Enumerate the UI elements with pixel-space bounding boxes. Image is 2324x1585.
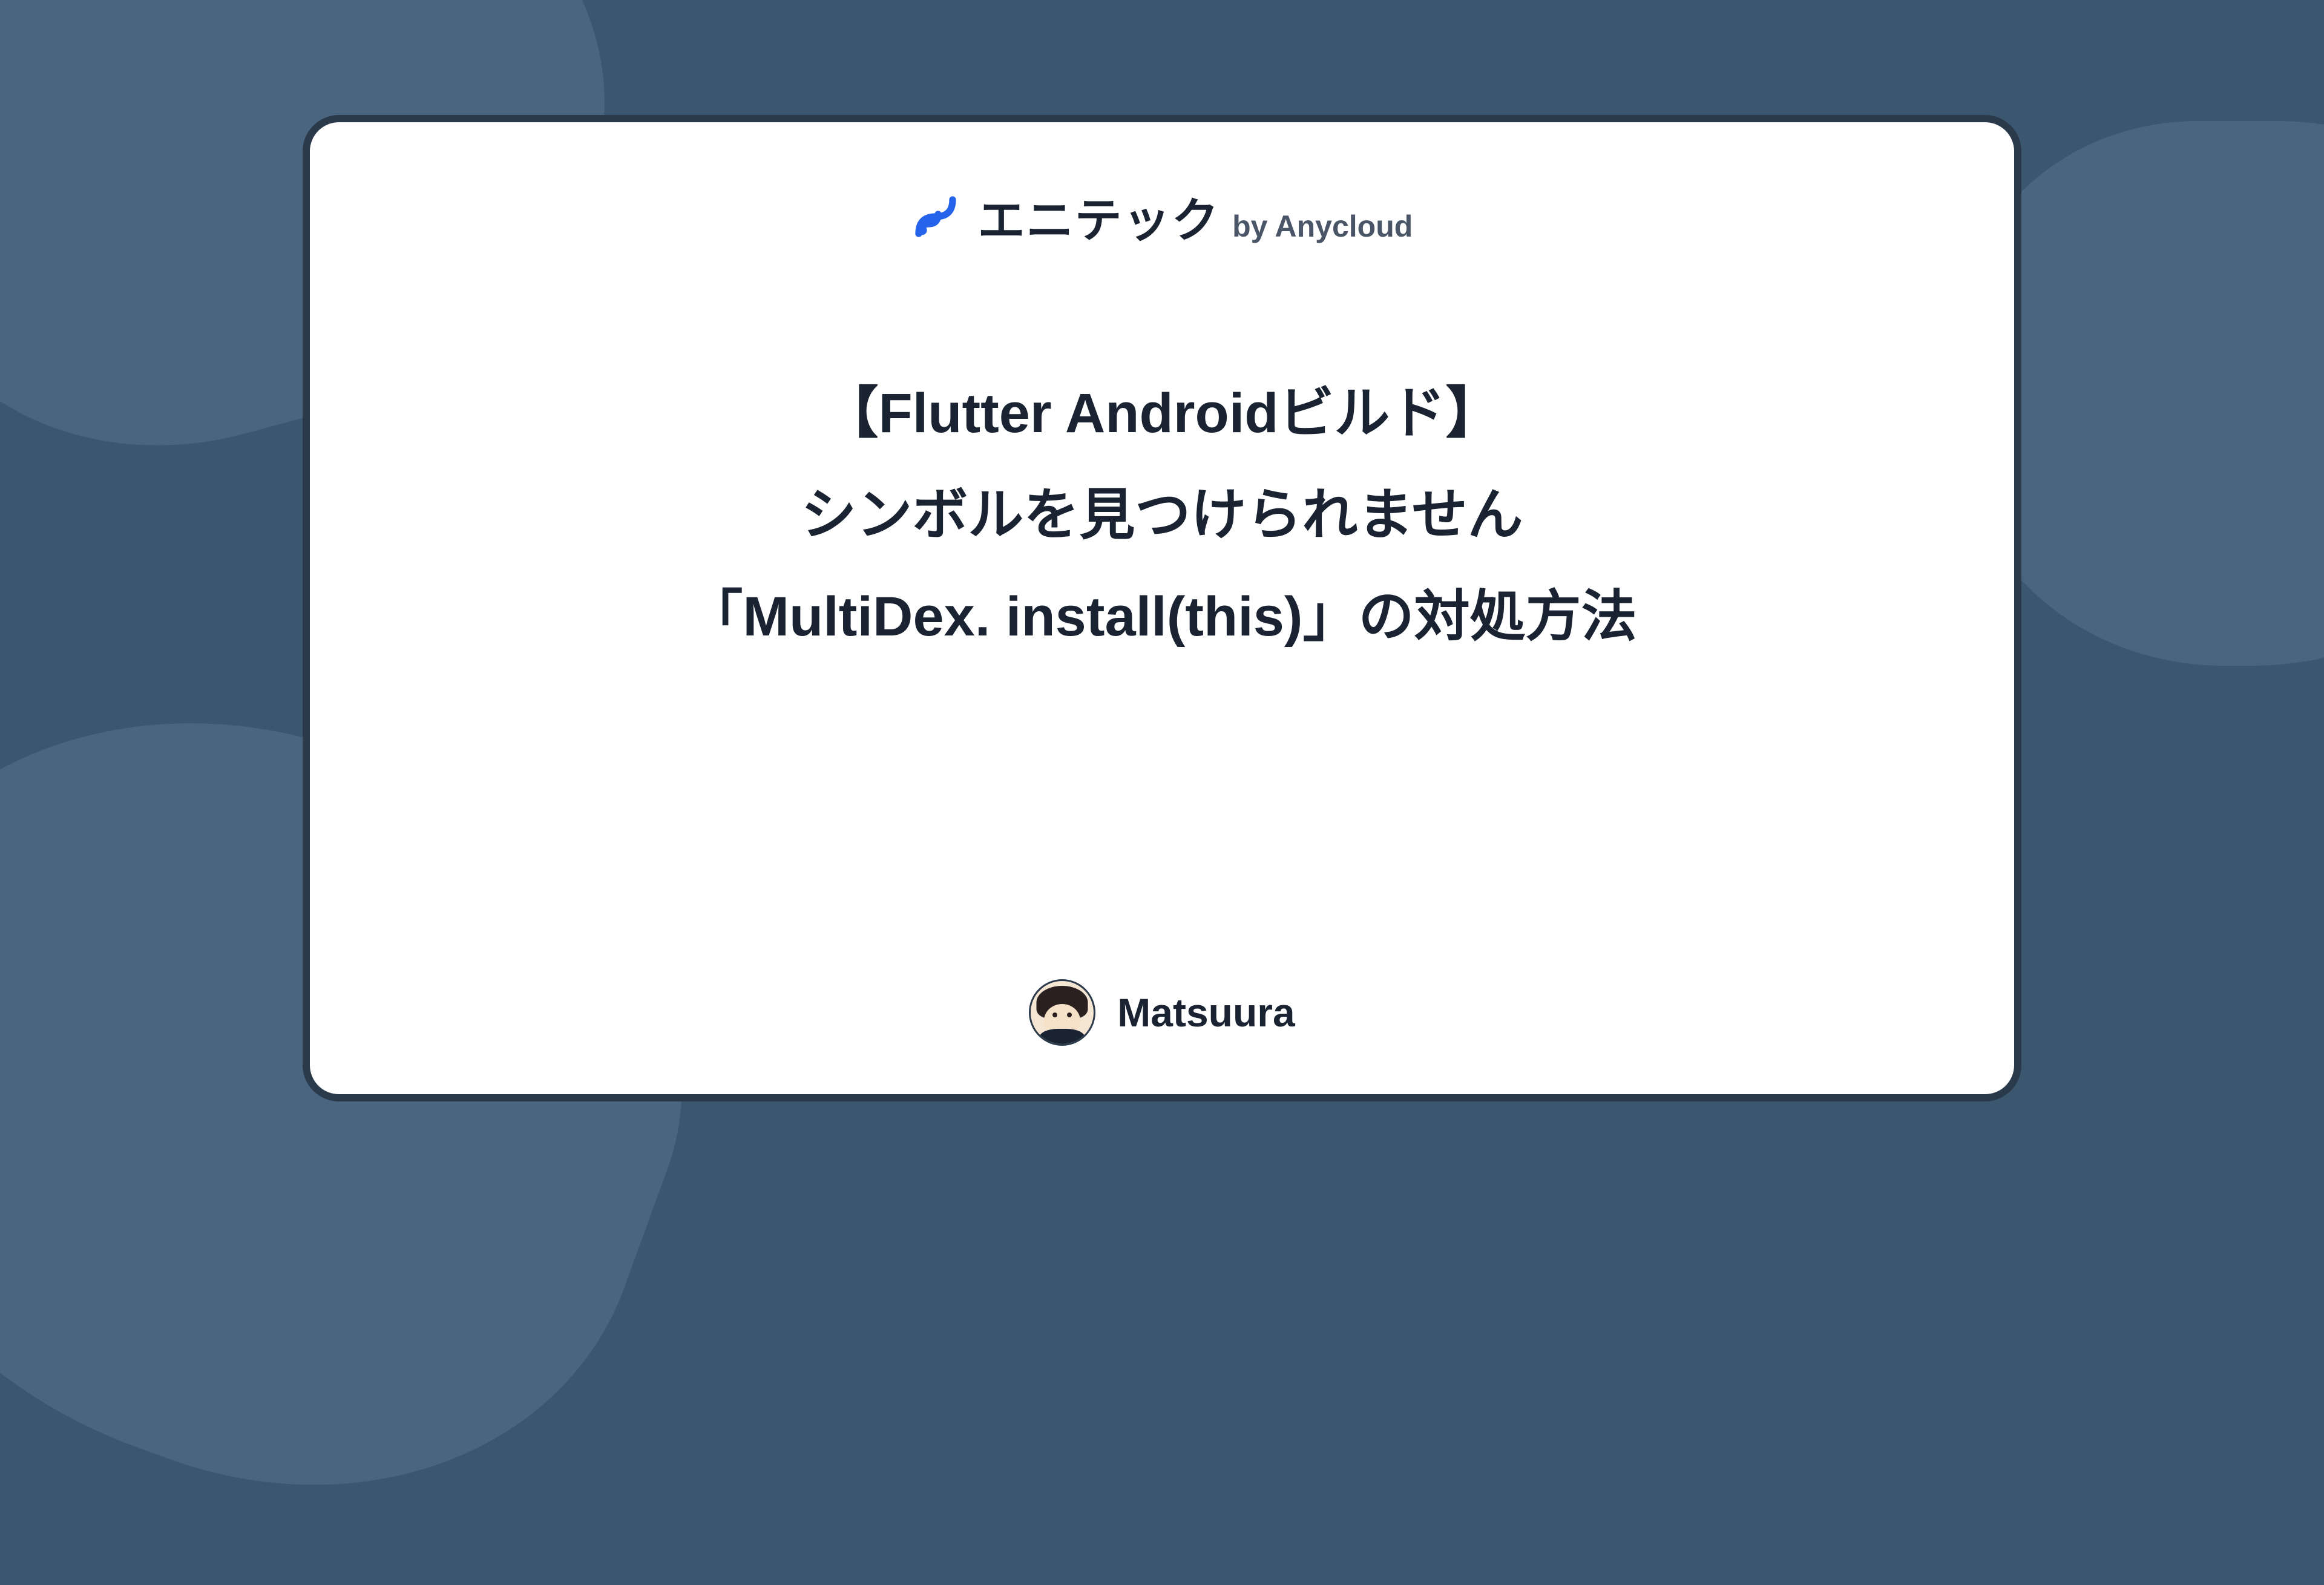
- author-section: Matsuura: [1029, 979, 1295, 1046]
- title-line-2: シンボルを見つけられません: [687, 473, 1636, 557]
- title-line-3: 「MultiDex. install(this)」の対処方法: [687, 575, 1636, 658]
- author-name: Matsuura: [1117, 989, 1295, 1035]
- rss-icon: [911, 192, 960, 241]
- author-avatar: [1029, 979, 1095, 1046]
- article-title: 【Flutter Androidビルド】 シンボルを見つけられません 「Mult…: [687, 372, 1636, 979]
- logo-container: エニテック by Anycloud: [911, 183, 1413, 251]
- logo-text-group: エニテック by Anycloud: [978, 183, 1413, 251]
- brand-name: エニテック: [978, 194, 1220, 247]
- brand-suffix: by Anycloud: [1232, 209, 1413, 243]
- article-card: エニテック by Anycloud 【Flutter Androidビルド】 シ…: [303, 115, 2021, 1101]
- title-line-1: 【Flutter Androidビルド】: [687, 372, 1636, 455]
